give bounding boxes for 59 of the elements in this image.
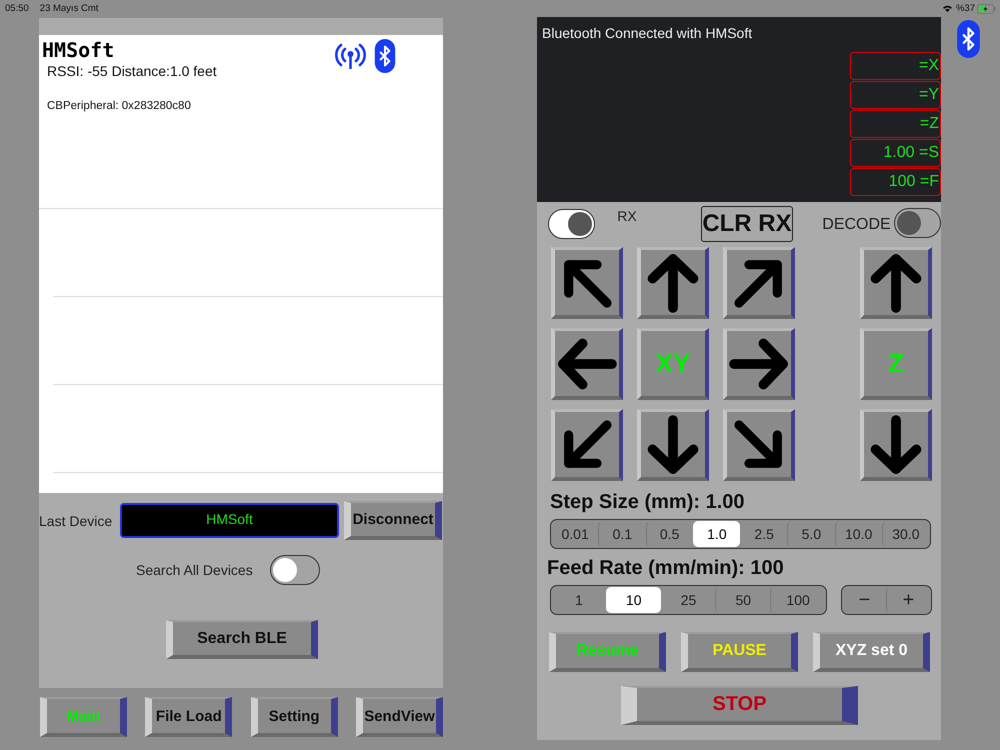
segment-option[interactable]: 10 [606,587,661,613]
segment-option[interactable]: 10.0 [834,521,882,547]
toggle-label: DECODE [822,216,891,234]
axis-readout: =Y [850,81,941,109]
segment-option[interactable]: 1 [552,587,606,613]
antenna-icon [334,43,367,69]
jog-button[interactable] [637,409,709,481]
segment-option[interactable]: 2.5 [740,521,788,547]
stepper-button[interactable]: − [843,587,886,613]
battery-percent: %37 [956,3,975,14]
axis-readout: 1.00 =S [850,139,941,167]
axis-readout: =X [850,52,941,80]
tab[interactable]: Setting [250,697,338,737]
wifi-icon [942,4,953,13]
toggle-switch[interactable] [270,555,320,585]
toggle-switch[interactable] [894,208,941,238]
last-device-field[interactable]: HMSoft [120,503,339,538]
segment-option[interactable]: 5.0 [787,521,834,547]
jog-button[interactable] [551,247,623,319]
segment-option[interactable]: 0.1 [598,521,646,547]
battery-icon [977,4,996,14]
action-button[interactable]: XYZ set 0 [813,632,930,672]
jog-button[interactable] [551,409,623,481]
tab[interactable]: SendView [356,697,443,737]
search-ble-button[interactable]: Search BLE [166,620,318,659]
stepper-button[interactable]: + [886,587,930,613]
segment-option[interactable]: 30.0 [882,521,929,547]
console-message: Bluetooth Connected with HMSoft [541,24,754,43]
jog-button[interactable] [723,247,795,319]
jog-button[interactable] [551,328,623,400]
signal-info: RSSI: -55 Distance:1.0 feet [47,63,218,79]
jog-button[interactable] [723,409,795,481]
segment-option[interactable]: 25 [660,587,716,613]
toggle-label: Search All Devices [136,562,253,578]
status-time: 05:50 [5,3,29,14]
disconnect-button[interactable]: Disconnect [344,501,442,540]
segment-option[interactable]: 0.01 [552,521,598,547]
jog-button[interactable] [723,328,795,400]
axis-readout: =Z [850,110,941,138]
segment-option[interactable]: 100 [770,587,825,613]
bluetooth-icon [374,39,396,73]
jog-button[interactable] [860,247,932,319]
step-size-label: Step Size (mm): 1.00 [550,491,746,514]
jog-button[interactable] [637,247,709,319]
feed-rate-label: Feed Rate (mm/min): 100 [547,557,785,580]
status-date: 23 Mayıs Cmt [40,3,98,14]
bluetooth-icon [955,20,982,58]
field-label: Last Device [39,512,114,528]
segment-option[interactable]: 50 [715,587,770,613]
axis-readout: 100 =F [850,168,941,196]
segment-option[interactable]: 1.0 [692,521,740,547]
jog-button[interactable] [860,409,932,481]
peripheral-id: CBPeripheral: 0x283280c80 [47,100,192,112]
tab[interactable]: File Load [145,697,232,737]
action-button[interactable]: PAUSE [681,632,798,672]
toggle-switch[interactable] [548,209,596,239]
toggle-label: RX [617,208,637,224]
clear-rx-button[interactable]: CLR RX [700,206,794,242]
device-name: HMSoft [42,38,114,62]
